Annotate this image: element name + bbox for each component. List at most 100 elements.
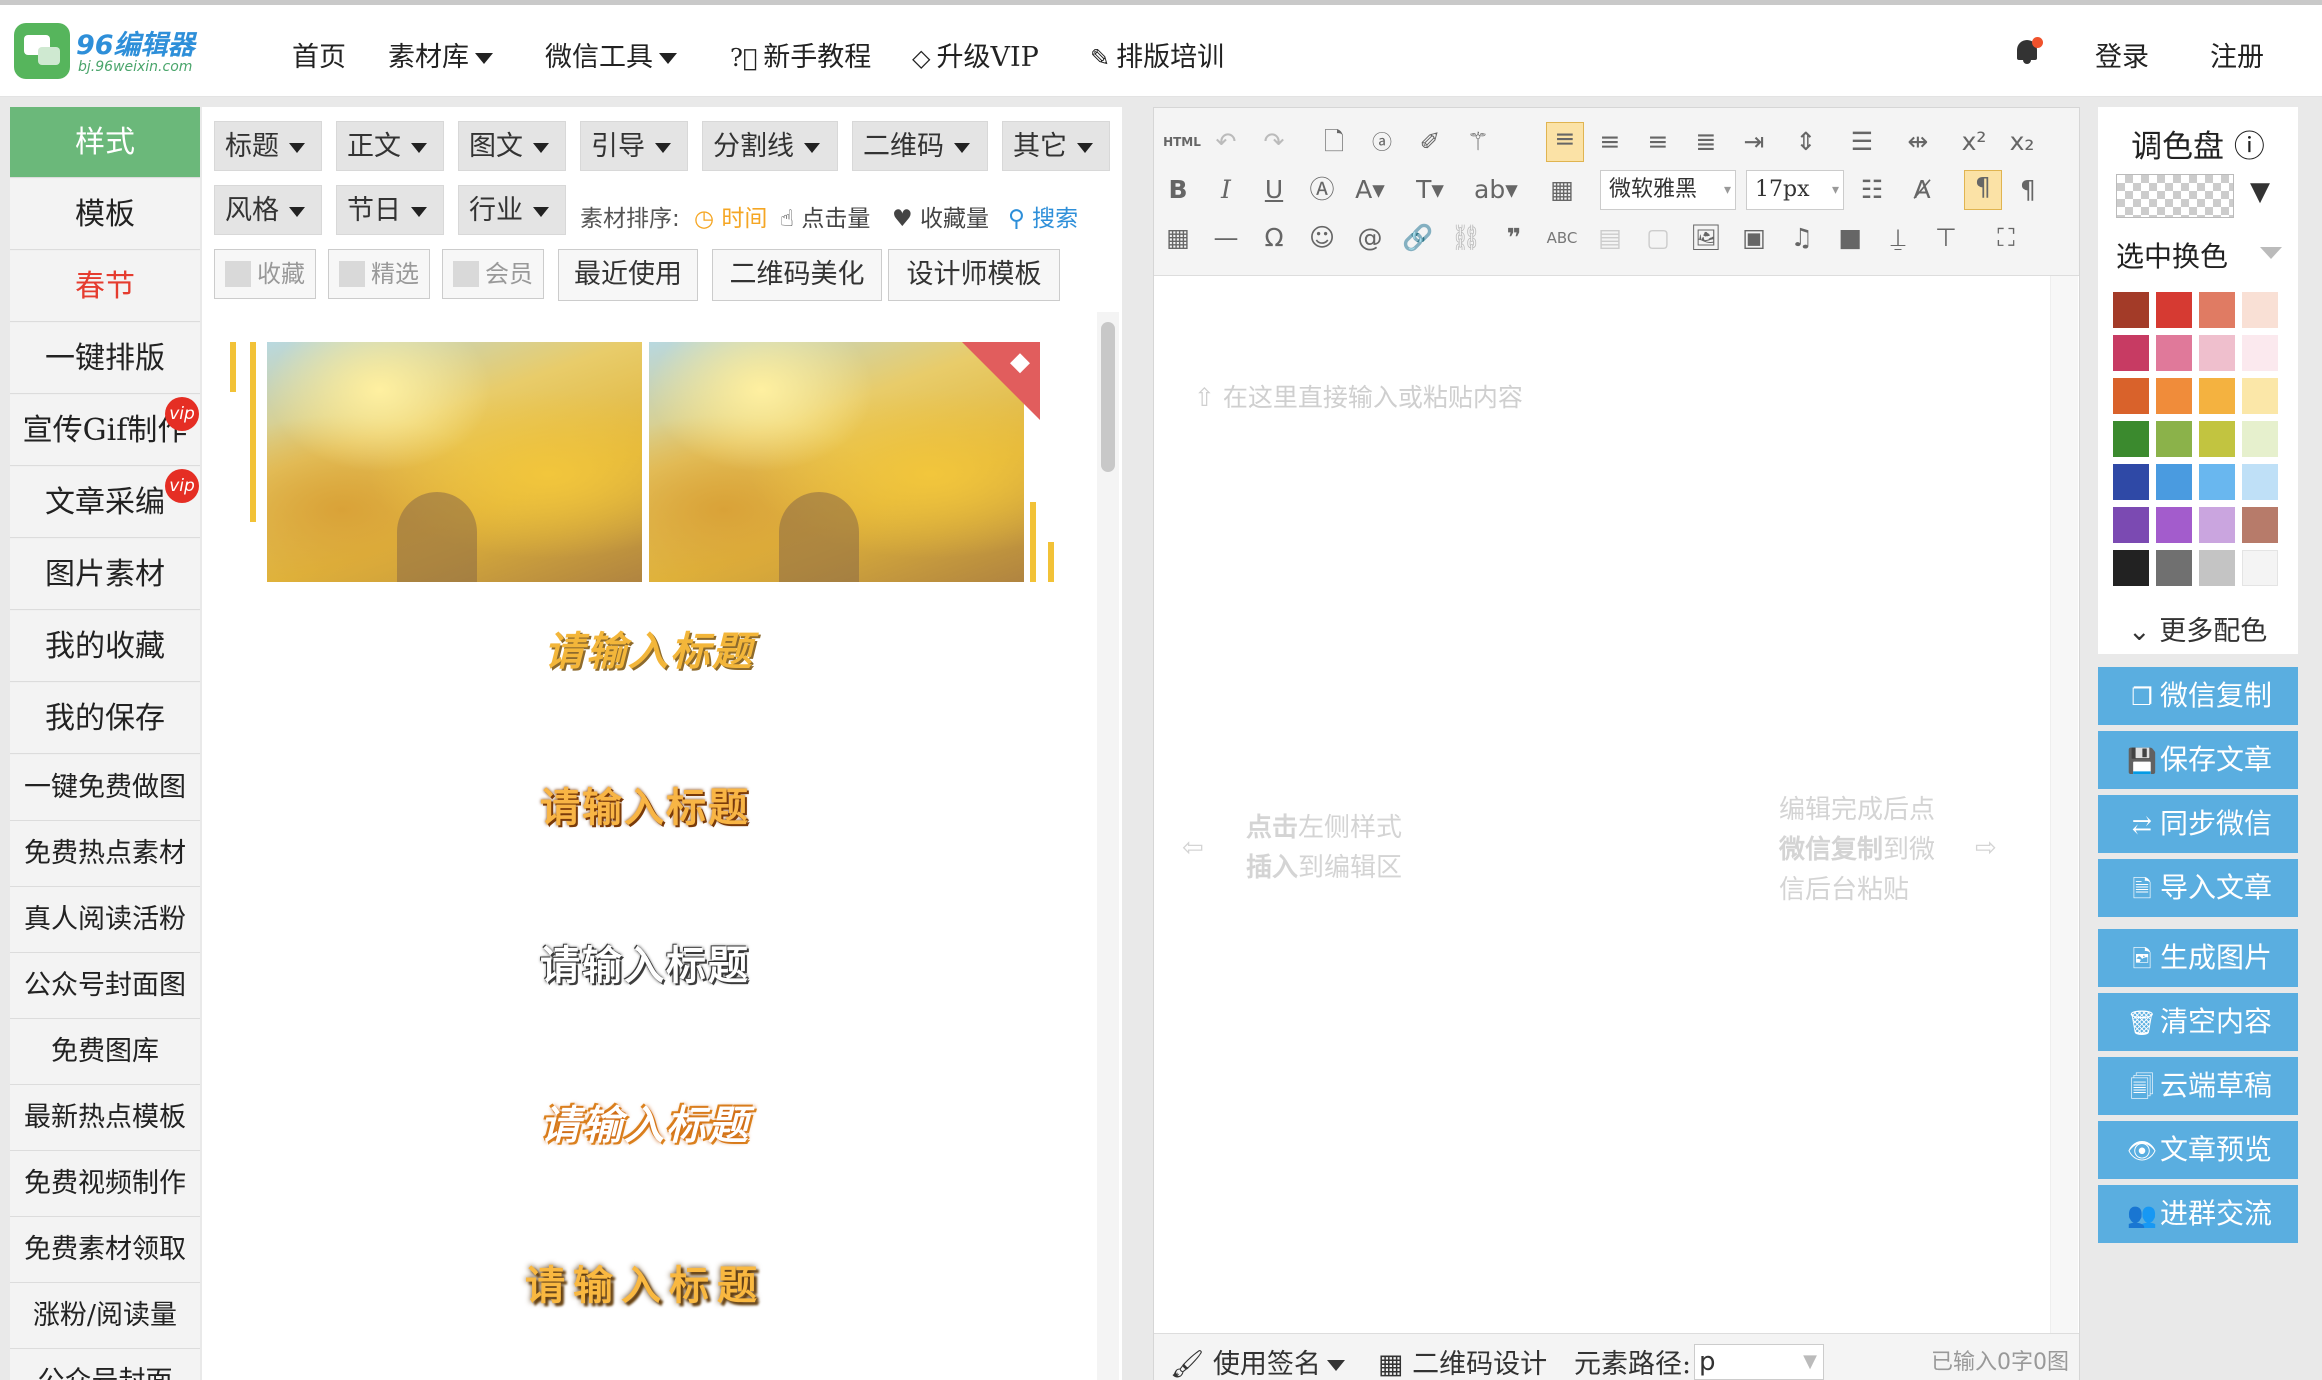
import-article-button[interactable]: 🗎 导入文章 [2098,859,2298,917]
sidebar-item-image-materials[interactable]: 图片素材 [10,539,200,610]
color-swatch[interactable] [2242,550,2278,586]
chevron-down-icon[interactable] [2260,247,2282,259]
qrcode-design-button[interactable]: ▦ 二维码设计 [1378,1342,1547,1380]
style-panel-scrollbar[interactable] [1097,312,1119,1380]
color-swatch[interactable] [2199,421,2235,457]
fullscreen-icon[interactable]: ⛶ [1990,222,2022,254]
color-swatch[interactable] [2242,335,2278,371]
current-color-swatch[interactable] [2116,174,2234,218]
table-icon[interactable]: ▦ [1162,222,1194,254]
at-icon[interactable]: @ [1354,222,1386,254]
scrollbar-thumb[interactable] [1101,322,1115,472]
color-swatch[interactable] [2156,507,2192,543]
music-icon[interactable]: ♫ [1786,222,1818,254]
sidebar-item-followers-reads[interactable]: 涨粉/阅读量 [10,1283,200,1349]
horizontal-rule-icon[interactable]: — [1210,222,1242,254]
new-document-icon[interactable]: 🗋 [1318,126,1350,158]
login-link[interactable]: 登录 [2095,35,2149,74]
image-table-icon[interactable]: ▦ [1546,174,1578,206]
sidebar-item-styles[interactable]: 样式 [10,107,200,178]
color-swatch[interactable] [2113,507,2149,543]
select-all-icon[interactable]: ⓐ [1366,126,1398,158]
sidebar-item-my-saved[interactable]: 我的保存 [10,683,200,754]
more-colors-button[interactable]: ⌄ 更多配色 [2128,609,2267,648]
video-icon[interactable]: ■ [1834,222,1866,254]
chevron-down-icon[interactable]: ▼ [2250,177,2270,207]
html-source-button[interactable]: HTML [1162,126,1202,158]
unlink-icon[interactable]: ⛓ [1450,222,1482,254]
sort-by-favorites[interactable]: ♥ 收藏量 [892,199,989,233]
special-char-icon[interactable]: Ω [1258,222,1290,254]
color-swatch[interactable] [2113,421,2149,457]
join-group-button[interactable]: 👥 进群交流 [2098,1185,2298,1243]
sidebar-item-latest-templates[interactable]: 最新热点模板 [10,1085,200,1151]
ltr-direction-icon[interactable]: ¶ [1964,170,2002,210]
subscript-icon[interactable]: x₂ [2006,126,2038,158]
logo-title[interactable]: 96编辑器 [76,23,195,62]
generate-image-button[interactable]: 🖻 生成图片 [2098,929,2298,987]
color-swatch[interactable] [2156,550,2192,586]
notification-bell-icon[interactable] [2014,37,2043,65]
font-color-icon[interactable]: A▾ [1354,174,1386,206]
sidebar-item-free-materials-claim[interactable]: 免费素材领取 [10,1217,200,1283]
nav-training[interactable]: ✎ 排版培训 [1090,35,1224,74]
blockquote-icon[interactable]: ❞ [1498,222,1530,254]
align-justify-icon[interactable]: ≣ [1690,126,1722,158]
clear-content-button[interactable]: 🗑清空内容 [2098,993,2298,1051]
spellcheck-icon[interactable]: ABC [1546,222,1578,254]
sample-title-style-4[interactable]: 请输入标题 [345,1093,945,1151]
filter-featured[interactable]: 精选 [328,249,430,299]
tab-qrcode-beautify[interactable]: 二维码美化 [712,249,882,301]
nav-tutorial[interactable]: ?⃝ 新手教程 [730,35,871,74]
sync-wechat-button[interactable]: ⇄ 同步微信 [2098,795,2298,853]
category-other[interactable]: 其它 [1002,121,1110,171]
italic-icon[interactable]: I [1210,174,1242,206]
logo-icon[interactable] [14,23,70,79]
cloud-draft-button[interactable]: 🗐 云端草稿 [2098,1057,2298,1115]
nav-home[interactable]: 首页 [292,35,346,74]
save-article-button[interactable]: 💾 保存文章 [2098,731,2298,789]
template-icon[interactable]: ⊤ [1930,222,1962,254]
color-swatch[interactable] [2199,507,2235,543]
format-painter-icon[interactable]: ✐ [1414,126,1446,158]
align-center-icon[interactable]: ≡ [1594,126,1626,158]
clear-icon[interactable]: ⍊ [1882,222,1914,254]
magic-wand-icon[interactable]: ⚚ [1462,126,1494,158]
color-swatch[interactable] [2113,292,2149,328]
text-border-icon[interactable]: Ⓐ [1306,174,1338,206]
page-break-icon[interactable]: ▤ [1594,222,1626,254]
image-placeholder-icon[interactable]: ▢ [1642,222,1674,254]
color-swatch[interactable] [2113,335,2149,371]
sidebar-item-free-image-making[interactable]: 一键免费做图 [10,755,200,821]
color-swatch[interactable] [2242,292,2278,328]
sidebar-item-free-hot-materials[interactable]: 免费热点素材 [10,821,200,887]
color-swatch[interactable] [2199,464,2235,500]
filter-members[interactable]: 会员 [442,249,544,299]
font-family-select[interactable]: 微软雅黑 ▾ [1600,170,1736,210]
color-swatch[interactable] [2156,292,2192,328]
line-height-icon[interactable]: ⇕ [1790,126,1822,158]
sidebar-item-free-video[interactable]: 免费视频制作 [10,1151,200,1217]
category-qrcode[interactable]: 二维码 [852,121,988,171]
sidebar-item-free-gallery[interactable]: 免费图库 [10,1019,200,1085]
superscript-icon[interactable]: x² [1958,126,1990,158]
sort-by-time[interactable]: ◷ 时间 [694,199,767,233]
color-swatch[interactable] [2113,550,2149,586]
category-guide[interactable]: 引导 [580,121,688,171]
color-swatch[interactable] [2113,464,2149,500]
sidebar-item-my-favorites[interactable]: 我的收藏 [10,611,200,682]
align-right-icon[interactable]: ≡ [1642,126,1674,158]
sample-title-style-5[interactable]: 请输入标题 [345,1253,945,1311]
image-library-icon[interactable]: ▣ [1738,222,1770,254]
sidebar-item-one-click-layout[interactable]: 一键排版 [10,323,200,394]
sample-title-style-1[interactable]: 请输入标题 [349,619,949,677]
nav-materials[interactable]: 素材库 [388,35,493,74]
category-festival[interactable]: 节日 [336,185,444,235]
color-swatch[interactable] [2242,464,2278,500]
redo-icon[interactable]: ↷ [1258,126,1290,158]
search-button[interactable]: ⚲ 搜索 [1008,199,1078,233]
category-title[interactable]: 标题 [214,121,322,171]
nav-upgrade-vip[interactable]: ◇ 升级VIP [912,35,1039,74]
filter-favorites[interactable]: 收藏 [214,249,316,299]
sample-photo[interactable] [267,342,642,582]
